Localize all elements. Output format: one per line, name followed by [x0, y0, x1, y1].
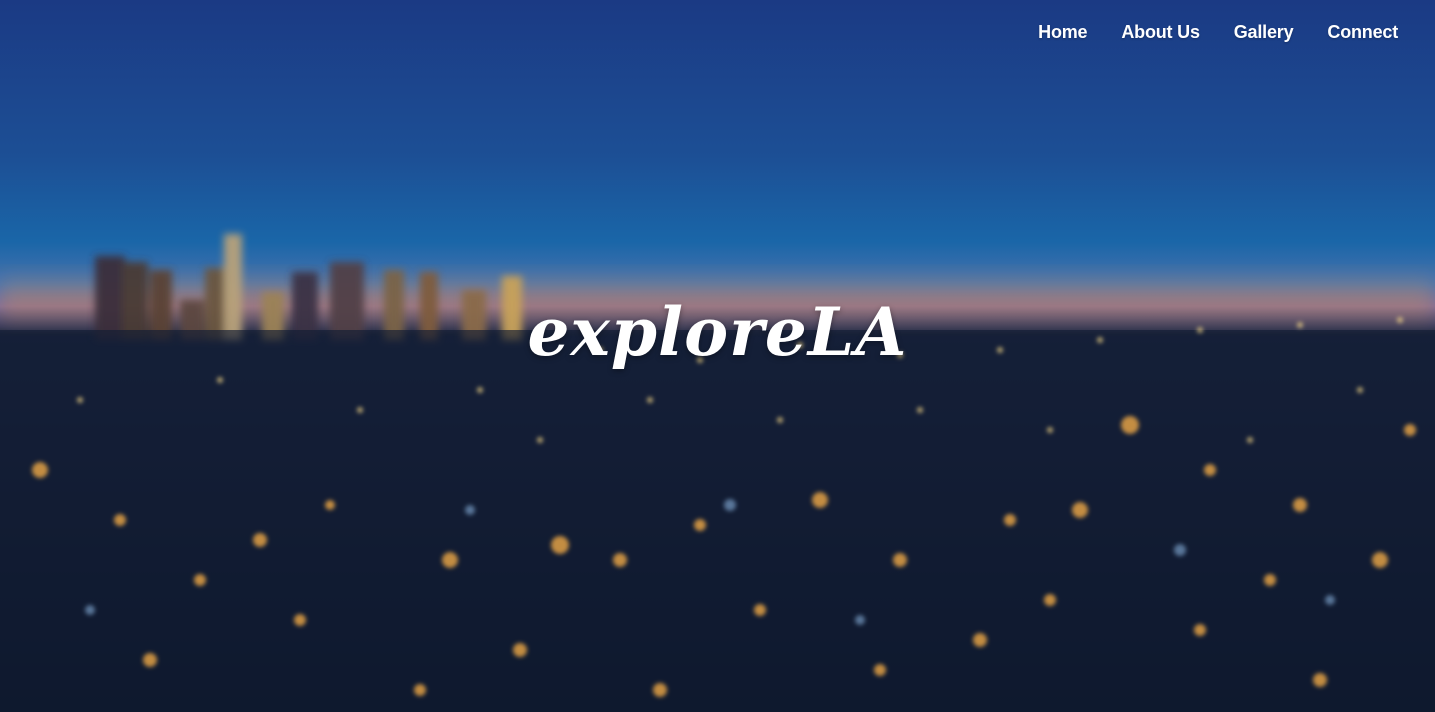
hero-title: exploreLA [527, 293, 908, 372]
hero-section: Home About Us Gallery Connect exploreLA [0, 0, 1435, 712]
nav-link-home[interactable]: Home [1038, 20, 1087, 44]
nav-link-gallery[interactable]: Gallery [1234, 20, 1294, 44]
main-navigation: Home About Us Gallery Connect [1004, 20, 1398, 44]
nav-link-about-us[interactable]: About Us [1121, 20, 1200, 44]
nav-link-connect[interactable]: Connect [1327, 20, 1398, 44]
